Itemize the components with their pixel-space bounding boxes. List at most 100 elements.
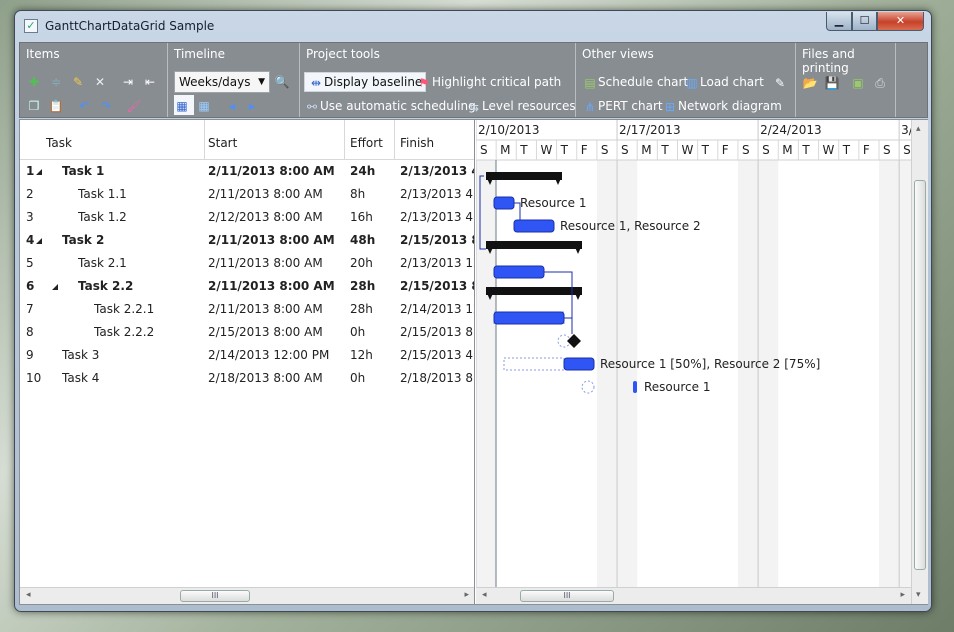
chart-horizontal-scrollbar[interactable]: ◂ III ▸ <box>476 587 911 604</box>
column-divider[interactable] <box>204 120 205 160</box>
paste-button[interactable]: 📋 <box>48 95 64 115</box>
open-button[interactable]: 📂 <box>802 72 818 92</box>
resource-label: Resource 1 <box>520 196 586 210</box>
table-row[interactable]: 6 ◢ Task 2.2 2/11/2013 8:00 AM 28h 2/15/2013 … <box>20 275 474 298</box>
finish-cell: 2/15/2013 8:0 <box>400 233 474 247</box>
calendar-view-button[interactable]: ▦ <box>174 95 194 115</box>
zoom-button[interactable]: 🔍 <box>274 71 290 91</box>
grid-header: Task Start Effort Finish <box>20 120 474 160</box>
other-views-group-title: Other views <box>582 47 654 61</box>
table-row[interactable]: 4◢ Task 2 2/11/2013 8:00 AM 48h 2/15/2013 8:… <box>20 229 474 252</box>
table-row[interactable]: 2 Task 1.1 2/11/2013 8:00 AM 8h 2/13/2013 4:… <box>20 183 474 206</box>
table-row[interactable]: 7 Task 2.2.1 2/11/2013 8:00 AM 28h 2/14/2013… <box>20 298 474 321</box>
image-icon: ▣ <box>852 75 864 90</box>
weekend-column <box>737 160 759 589</box>
colors-button[interactable]: 🖌 <box>126 95 142 115</box>
gantt-chart: 2/10/20132/17/20132/24/20133/3/2SMTWTFSS… <box>476 120 928 604</box>
add-task-button[interactable]: ✚ <box>26 71 42 91</box>
print-button[interactable]: ⎙ <box>872 72 888 92</box>
summary-bar-task-2 <box>486 241 582 249</box>
highlight-critical-path-label: Highlight critical path <box>432 75 562 89</box>
scroll-down-arrow[interactable]: ▾ <box>916 590 921 600</box>
insert-task-button[interactable]: ≑ <box>48 71 64 91</box>
app-window: ✓ GanttChartDataGrid Sample ▁ ☐ ✕ Items … <box>14 10 932 612</box>
resource-label: Resource 1 <box>644 380 710 394</box>
network-diagram-button[interactable]: ⊞ Network diagram <box>662 96 782 116</box>
table-row[interactable]: 3 Task 1.2 2/12/2013 8:00 AM 16h 2/13/2013 4… <box>20 206 474 229</box>
magnifier-icon: 🔍 <box>274 74 290 89</box>
scroll-left-button[interactable]: ◂ <box>224 95 240 115</box>
task-name-cell: Task 1 <box>62 164 105 178</box>
redo-button[interactable]: ↷ <box>98 95 114 115</box>
table-row[interactable]: 8 Task 2.2.2 2/15/2013 8:00 AM 0h 2/15/2013 … <box>20 321 474 344</box>
effort-cell: 0h <box>350 325 366 339</box>
ribbon: Items ✚ ≑ ✎ ✕ ⇥ ⇤ ❐ 📋 ↶ ↷ 🖌 Timeline Wee… <box>19 42 928 118</box>
timeline-group: Timeline Weeks/days ▼ 🔍 ▦ ▦ ◂ ▸ <box>168 43 300 117</box>
outdent-icon: ⇤ <box>144 74 156 89</box>
undo-button[interactable]: ↶ <box>76 95 92 115</box>
table-row[interactable]: 5 Task 2.1 2/11/2013 8:00 AM 20h 2/13/2013 1… <box>20 252 474 275</box>
effort-cell: 16h <box>350 210 373 224</box>
schedule-chart-button[interactable]: ▤ Schedule chart <box>582 72 688 92</box>
chart-scroll-thumb[interactable]: III <box>520 590 614 602</box>
calendar-week-button[interactable]: ▦ <box>196 95 212 115</box>
highlight-critical-path-button[interactable]: ⚑ Highlight critical path <box>416 72 562 92</box>
grid-horizontal-scrollbar[interactable]: ◂ III ▸ <box>20 587 474 604</box>
edit-task-button[interactable]: ✎ <box>70 71 86 91</box>
timeline-scale-select[interactable]: Weeks/days ▼ <box>174 71 270 93</box>
column-header-finish[interactable]: Finish <box>400 136 434 150</box>
copy-button[interactable]: ❐ <box>26 95 42 115</box>
finish-cell: 2/13/2013 4:0 <box>400 164 474 178</box>
column-header-effort[interactable]: Effort <box>350 136 383 150</box>
edit-view-button[interactable]: ✎ <box>772 72 788 92</box>
window-title: GanttChartDataGrid Sample <box>45 19 215 33</box>
delete-task-button[interactable]: ✕ <box>92 71 108 91</box>
display-baseline-button[interactable]: ⇹ Display baseline <box>304 72 427 92</box>
chart-scroll-left-arrow[interactable]: ◂ <box>482 590 487 600</box>
redo-icon: ↷ <box>100 98 112 113</box>
task-name-cell: Task 1.1 <box>78 187 127 201</box>
day-label: W <box>540 143 552 157</box>
chart-vertical-scrollbar[interactable]: ▴ ▾ <box>911 120 928 604</box>
day-label: M <box>641 143 651 157</box>
table-row[interactable]: 9 Task 3 2/14/2013 12:00 PM 12h 2/15/2013 4:… <box>20 344 474 367</box>
network-diagram-label: Network diagram <box>678 99 782 113</box>
maximize-button[interactable]: ☐ <box>852 12 877 31</box>
table-row[interactable]: 10 Task 4 2/18/2013 8:00 AM 0h 2/18/2013 8:0… <box>20 367 474 390</box>
automatic-scheduling-button[interactable]: ⚯ Use automatic scheduling <box>304 96 476 116</box>
pert-icon: ⋔ <box>584 99 596 114</box>
scroll-up-arrow[interactable]: ▴ <box>916 124 921 134</box>
row-expander[interactable]: ◢ <box>36 236 42 245</box>
column-divider[interactable] <box>344 120 345 160</box>
column-header-task[interactable]: Task <box>46 136 72 150</box>
table-row[interactable]: 1◢ Task 1 2/11/2013 8:00 AM 24h 2/13/2013 4:… <box>20 160 474 183</box>
pert-chart-button[interactable]: ⋔ PERT chart <box>582 96 663 116</box>
scroll-right-arrow[interactable]: ▸ <box>464 590 469 600</box>
day-label: W <box>682 143 694 157</box>
load-chart-button[interactable]: ▥ Load chart <box>684 72 763 92</box>
start-cell: 2/11/2013 8:00 AM <box>208 164 335 178</box>
save-button[interactable]: 💾 <box>824 72 840 92</box>
grid-scroll-thumb[interactable]: III <box>180 590 250 602</box>
task-name-cell: Task 3 <box>62 348 100 362</box>
scroll-left-arrow[interactable]: ◂ <box>26 590 31 600</box>
column-divider[interactable] <box>394 120 395 160</box>
title-bar[interactable]: ✓ GanttChartDataGrid Sample ▁ ☐ ✕ <box>15 11 931 41</box>
column-header-start[interactable]: Start <box>208 136 237 150</box>
paste-icon: 📋 <box>48 98 64 113</box>
outdent-button[interactable]: ⇤ <box>142 71 158 91</box>
indent-button[interactable]: ⇥ <box>120 71 136 91</box>
chart-scroll-right-arrow[interactable]: ▸ <box>900 590 905 600</box>
level-resources-button[interactable]: ⇆ Level resources <box>466 96 576 116</box>
export-image-button[interactable]: ▣ <box>850 72 866 92</box>
task-bar-task-3 <box>563 357 595 371</box>
finish-cell: 2/13/2013 4:00 <box>400 210 474 224</box>
row-expander[interactable]: ◢ <box>36 167 42 176</box>
minimize-button[interactable]: ▁ <box>826 12 852 31</box>
scroll-right-button[interactable]: ▸ <box>244 95 260 115</box>
data-grid: Task Start Effort Finish 1 ◢ Task 1 2/11/20… <box>20 120 475 604</box>
row-expander[interactable]: ◢ <box>52 282 58 291</box>
close-button[interactable]: ✕ <box>877 12 924 31</box>
level-resources-label: Level resources <box>482 99 576 113</box>
chart-vertical-thumb[interactable] <box>914 180 926 570</box>
